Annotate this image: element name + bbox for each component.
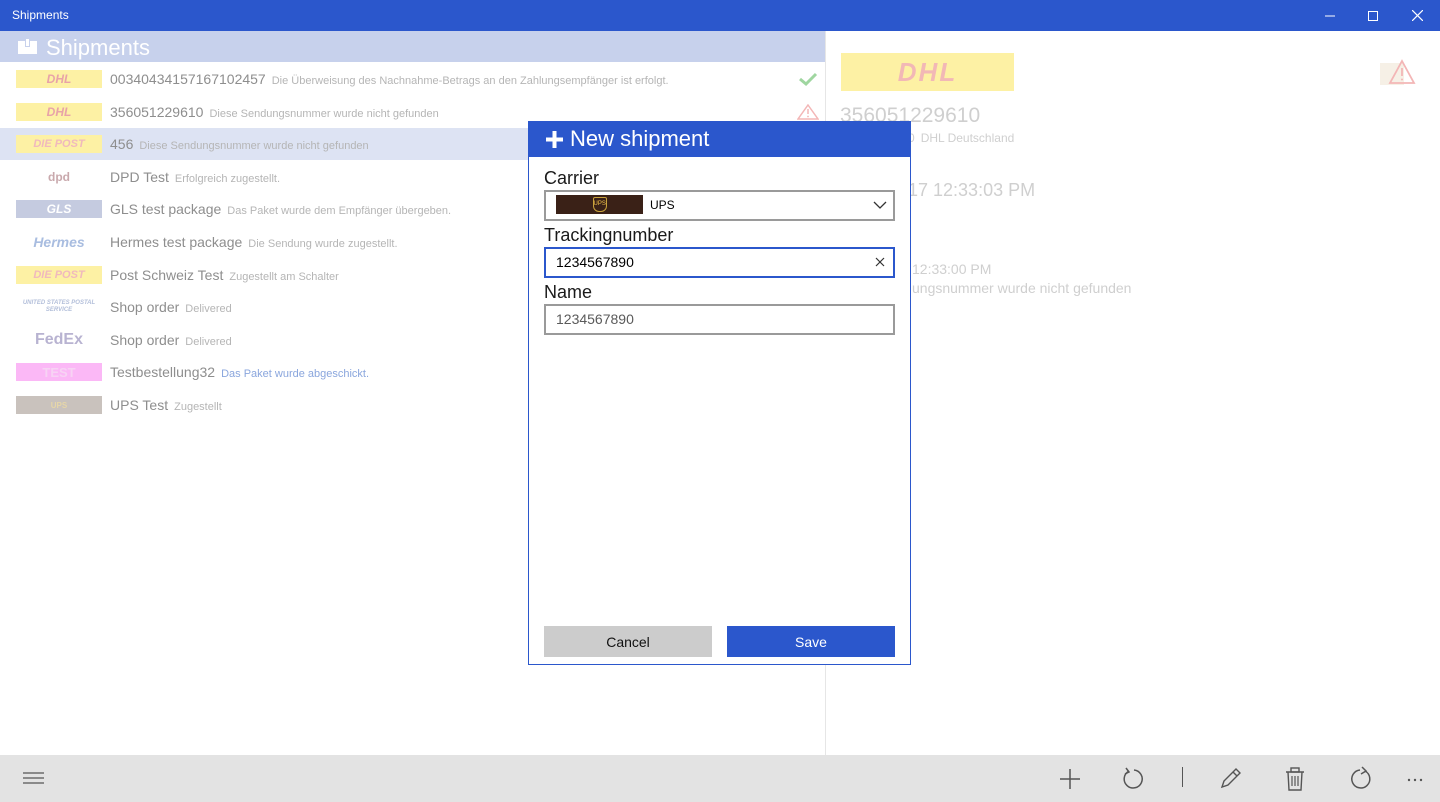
list-title: Shipments: [46, 35, 150, 60]
edit-icon[interactable]: [1217, 766, 1243, 792]
ups-logo: UPS: [556, 195, 643, 214]
item-title: Shop order: [110, 299, 180, 315]
window-title: Shipments: [12, 8, 69, 22]
detail-carrier-name: DHL Deutschland: [920, 131, 1015, 145]
tracking-number-value: 1234567890: [556, 254, 634, 270]
title-bar: Shipments: [0, 0, 1440, 31]
post-logo: DIE POST: [16, 135, 102, 153]
clear-icon[interactable]: [874, 256, 886, 268]
item-title: UPS Test: [110, 397, 169, 413]
name-placeholder: 1234567890: [556, 311, 634, 327]
detail-date: 17 12:33:03 PM: [908, 180, 1036, 200]
item-status: Delivered: [185, 336, 232, 348]
gls-logo: GLS: [16, 200, 102, 218]
new-shipment-dialog: New shipment Carrier UPS UPS Trackingnum…: [528, 121, 911, 665]
item-title: 00340434157167102457: [110, 71, 266, 87]
ups-shield-text: UPS: [592, 197, 607, 212]
item-title: Testbestellung32: [110, 364, 216, 380]
command-separator: [1182, 767, 1183, 787]
tracking-label: Trackingnumber: [544, 225, 674, 245]
item-status: Das Paket wurde abgeschickt.: [221, 368, 370, 380]
item-status: Die Sendung wurde zugestellt.: [248, 238, 398, 250]
detail-carrier-logo: DHL: [841, 53, 1014, 91]
delete-icon[interactable]: [1282, 766, 1308, 792]
item-status: Erfolgreich zugestellt.: [174, 173, 281, 185]
list-header: Shipments: [0, 31, 826, 62]
minimize-button[interactable]: [1307, 0, 1353, 31]
warning-icon: [797, 104, 819, 120]
item-status: Die Überweisung des Nachnahme-Betrags an…: [271, 75, 669, 87]
package-icon: [18, 39, 37, 54]
name-label: Name: [544, 282, 593, 302]
minimize-icon: [1325, 15, 1335, 16]
maximize-button[interactable]: [1350, 0, 1396, 31]
item-status: Zugestellt am Schalter: [229, 271, 339, 283]
check-icon: [799, 72, 818, 87]
item-status: Diese Sendungsnummer wurde nicht gefunde…: [139, 140, 369, 152]
item-status: Diese Sendungsnummer wurde nicht gefunde…: [209, 108, 439, 120]
close-button[interactable]: [1394, 0, 1440, 31]
item-title: Hermes test package: [110, 234, 243, 250]
carrier-select[interactable]: UPS UPS: [544, 190, 895, 221]
command-bar: [0, 755, 1440, 802]
dialog-title: New shipment: [570, 126, 710, 151]
chevron-down-icon: [873, 201, 887, 209]
usps-logo: UNITED STATES POSTAL SERVICE: [22, 300, 96, 313]
item-status: Delivered: [185, 303, 232, 315]
item-title: DPD Test: [110, 169, 169, 185]
maximize-icon: [1368, 10, 1378, 21]
close-icon: [1411, 10, 1423, 21]
tracking-number-input[interactable]: 1234567890: [544, 247, 895, 278]
item-title: GLS test package: [110, 201, 222, 217]
detail-event-time: 12:33:00 PM: [912, 261, 992, 277]
dpd-logo: dpd: [48, 170, 70, 184]
test-logo: TEST: [16, 363, 102, 381]
warning-icon: [1380, 59, 1416, 85]
item-status: Das Paket wurde dem Empfänger übergeben.: [227, 205, 452, 217]
shipment-detail-pane: DHL 356051229610 0 DHL Deutschland 17 12:…: [826, 31, 1440, 755]
item-title: Shop order: [110, 332, 180, 348]
item-title: 456: [110, 136, 134, 152]
dhl-logo: DHL: [16, 103, 102, 121]
sync-icon[interactable]: [1347, 766, 1373, 792]
carrier-label: Carrier: [544, 168, 600, 188]
hermes-logo: Hermes: [33, 234, 85, 250]
list-item[interactable]: DHL 00340434157167102457 Die Überweisung …: [0, 63, 826, 95]
dhl-logo: DHL: [16, 70, 102, 88]
dialog-header: New shipment: [529, 122, 910, 157]
fedex-logo: FedEx: [34, 331, 83, 348]
cancel-button[interactable]: Cancel: [544, 626, 712, 657]
add-icon[interactable]: [1057, 766, 1083, 792]
post-logo: DIE POST: [16, 266, 102, 284]
more-icon[interactable]: [1402, 766, 1428, 792]
item-status: Zugestellt: [174, 401, 222, 413]
name-input[interactable]: 1234567890: [544, 304, 895, 335]
item-title: Post Schweiz Test: [110, 267, 224, 283]
dhl-logo-text: DHL: [897, 56, 958, 87]
save-button[interactable]: Save: [727, 626, 895, 657]
ups-logo: UPS: [16, 396, 102, 414]
plus-icon: [546, 131, 563, 148]
detail-event-text: ungsnummer wurde nicht gefunden: [912, 280, 1132, 296]
hamburger-icon[interactable]: [21, 766, 47, 792]
item-title: 356051229610: [110, 104, 204, 120]
refresh-icon[interactable]: [1121, 766, 1147, 792]
carrier-selected-value: UPS: [650, 198, 675, 212]
